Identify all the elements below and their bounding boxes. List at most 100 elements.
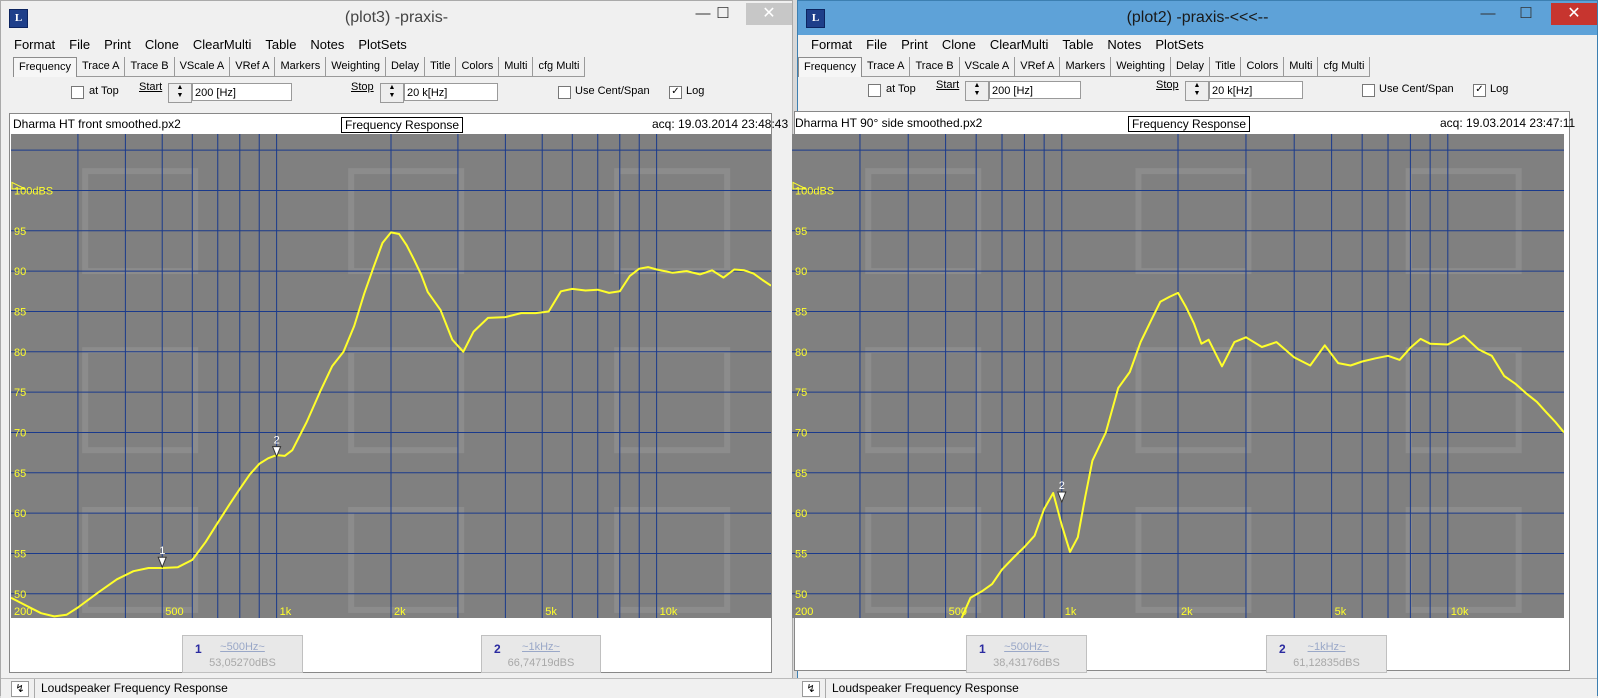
- tab-weighting[interactable]: Weighting: [1111, 57, 1171, 77]
- menu-notes[interactable]: Notes: [1100, 35, 1148, 55]
- tab-delay[interactable]: Delay: [385, 57, 426, 77]
- tab-colors[interactable]: Colors: [456, 57, 500, 77]
- speaker-tool-icon[interactable]: ↯: [11, 681, 29, 697]
- menu-bar: Format File Print Clone ClearMulti Table…: [7, 35, 414, 55]
- stop-spinner[interactable]: ▲ ▼: [1185, 81, 1209, 101]
- start-spinner[interactable]: ▲ ▼: [965, 81, 989, 101]
- log-checkbox[interactable]: ✓: [1473, 84, 1486, 97]
- start-input[interactable]: 200 [Hz]: [989, 81, 1081, 99]
- tab-markers[interactable]: Markers: [1060, 57, 1112, 77]
- log-label: Log: [1490, 83, 1509, 95]
- menu-format[interactable]: Format: [7, 35, 62, 55]
- at-top-checkbox[interactable]: [71, 86, 84, 99]
- log-label: Log: [686, 85, 705, 97]
- use-cent-span-checkbox[interactable]: [558, 86, 571, 99]
- y-tick-label: 60: [14, 508, 26, 520]
- menu-notes[interactable]: Notes: [303, 35, 351, 55]
- y-tick-label: 60: [795, 508, 807, 520]
- log-checkbox[interactable]: ✓: [669, 86, 682, 99]
- window-title: (plot3) -praxis-: [344, 9, 449, 26]
- stop-input[interactable]: 20 k[Hz]: [1209, 81, 1303, 99]
- frequency-response-chart[interactable]: 50556065707580859095100dBS200 500 1k 2k 5k 10…: [11, 134, 771, 618]
- tab-weighting[interactable]: Weighting: [326, 57, 386, 77]
- stop-input[interactable]: 20 k[Hz]: [404, 83, 498, 101]
- at-top-label: at Top: [89, 85, 119, 97]
- tab-cfg-multi[interactable]: cfg Multi: [533, 57, 586, 77]
- maximize-icon[interactable]: ☐: [1504, 3, 1548, 25]
- y-tick-label: 75: [14, 387, 26, 399]
- close-icon[interactable]: ✕: [746, 3, 792, 25]
- marker-readout-2: 2 ~1kHz~ 66,74719dBS: [481, 635, 601, 673]
- y-tick-label: 80: [14, 347, 26, 359]
- start-label: Start: [936, 79, 960, 91]
- frequency-controls: at Top Start ▲ ▼ 200 [Hz] Stop ▲ ▼ 20 k[Hz…: [13, 79, 780, 107]
- start-spinner[interactable]: ▲ ▼: [168, 83, 192, 103]
- menu-table[interactable]: Table: [1055, 35, 1100, 55]
- tab-delay[interactable]: Delay: [1170, 57, 1211, 77]
- tab-trace-b[interactable]: Trace B: [125, 57, 175, 77]
- menu-plotsets[interactable]: PlotSets: [1148, 35, 1210, 55]
- close-icon[interactable]: ✕: [1551, 3, 1597, 25]
- y-tick-label: 65: [795, 468, 807, 480]
- tab-title[interactable]: Title: [1210, 57, 1242, 77]
- tab-vscale-a[interactable]: VScale A: [959, 57, 1016, 77]
- y-tick-label: 95: [14, 226, 26, 238]
- menu-clearmulti[interactable]: ClearMulti: [983, 35, 1056, 55]
- marker-value: 61,12835dBS: [1293, 657, 1360, 669]
- menu-clone[interactable]: Clone: [138, 35, 186, 55]
- tab-frequency[interactable]: Frequency: [13, 57, 77, 77]
- tab-trace-a[interactable]: Trace A: [76, 57, 126, 77]
- x-tick-label: 500: [165, 606, 183, 618]
- frequency-response-chart[interactable]: 50556065707580859095100dBS200 500 1k 2k 5k 10…: [792, 134, 1564, 618]
- x-tick-label: 5k: [1335, 606, 1347, 618]
- plot-window-right[interactable]: L (plot2) -praxis-<<<-- — ☐ ✕ Format Fil…: [792, 0, 1598, 698]
- tab-vscale-a[interactable]: VScale A: [174, 57, 231, 77]
- maximize-icon[interactable]: ☐: [701, 3, 745, 25]
- menu-clearmulti[interactable]: ClearMulti: [186, 35, 259, 55]
- menu-clone[interactable]: Clone: [935, 35, 983, 55]
- at-top-label: at Top: [886, 83, 916, 95]
- y-top-label: 100dBS: [14, 185, 53, 197]
- menu-table[interactable]: Table: [258, 35, 303, 55]
- menu-file[interactable]: File: [859, 35, 894, 55]
- menu-format[interactable]: Format: [804, 35, 859, 55]
- tab-trace-b[interactable]: Trace B: [910, 57, 960, 77]
- stop-spinner[interactable]: ▲ ▼: [380, 83, 404, 103]
- y-tick-label: 80: [795, 347, 807, 359]
- y-tick-label: 75: [795, 387, 807, 399]
- y-tick-label: 95: [795, 226, 807, 238]
- speaker-tool-icon[interactable]: ↯: [802, 681, 820, 697]
- title-bar[interactable]: L (plot2) -praxis-<<<-- — ☐ ✕: [798, 1, 1597, 35]
- marker-frequency[interactable]: ~500Hz~: [183, 641, 302, 653]
- menu-file[interactable]: File: [62, 35, 97, 55]
- title-bar[interactable]: L (plot3) -praxis- — ☐ ✕: [1, 1, 792, 35]
- menu-print[interactable]: Print: [97, 35, 138, 55]
- tab-markers[interactable]: Markers: [275, 57, 327, 77]
- y-tick-label: 65: [14, 468, 26, 480]
- marker-frequency[interactable]: ~1kHz~: [1267, 641, 1386, 653]
- tab-multi[interactable]: Multi: [1284, 57, 1319, 77]
- y-tick-label: 85: [795, 306, 807, 318]
- y-tick-label: 70: [14, 427, 26, 439]
- acquisition-timestamp: acq: 19.03.2014 23:47:11: [1440, 116, 1576, 130]
- plot-type-label: Frequency Response: [341, 117, 464, 133]
- y-tick-label: 55: [795, 548, 807, 560]
- marker-frequency[interactable]: ~1kHz~: [482, 641, 600, 653]
- tab-colors[interactable]: Colors: [1241, 57, 1285, 77]
- use-cent-span-checkbox[interactable]: [1362, 84, 1375, 97]
- tab-frequency[interactable]: Frequency: [798, 57, 862, 77]
- menu-print[interactable]: Print: [894, 35, 935, 55]
- plot-window-left[interactable]: L (plot3) -praxis- — ☐ ✕ Format File Pri…: [0, 0, 793, 698]
- menu-plotsets[interactable]: PlotSets: [351, 35, 413, 55]
- tab-multi[interactable]: Multi: [499, 57, 534, 77]
- tab-vref-a[interactable]: VRef A: [230, 57, 276, 77]
- marker-frequency[interactable]: ~500Hz~: [967, 641, 1086, 653]
- status-bar: ↯ Loudspeaker Frequency Response: [1, 678, 792, 698]
- start-input[interactable]: 200 [Hz]: [192, 83, 292, 101]
- tab-vref-a[interactable]: VRef A: [1015, 57, 1061, 77]
- tab-trace-a[interactable]: Trace A: [861, 57, 911, 77]
- tab-cfg-multi[interactable]: cfg Multi: [1318, 57, 1371, 77]
- tab-title[interactable]: Title: [425, 57, 457, 77]
- at-top-checkbox[interactable]: [868, 84, 881, 97]
- marker-label: 2: [1059, 480, 1065, 492]
